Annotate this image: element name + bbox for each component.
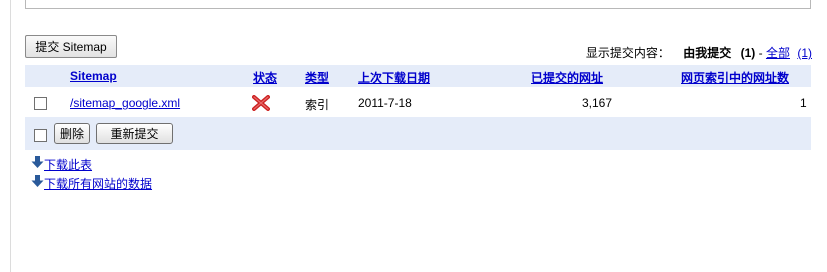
filter-mine-count: (1) [740, 46, 756, 60]
download-all-row: 下载所有网站的数据 [31, 175, 152, 192]
col-indexed-urls[interactable]: 网页索引中的网址数 [681, 69, 789, 86]
col-submitted-urls[interactable]: 已提交的网址 [531, 69, 603, 86]
download-table-link[interactable]: 下载此表 [44, 158, 92, 172]
filter-all-count-link[interactable]: (1) [797, 46, 812, 60]
filter-mine: 由我提交 [683, 46, 732, 60]
filter-label: 显示提交内容： [585, 46, 670, 60]
row-last-download: 2011-7-18 [358, 96, 412, 110]
download-arrow-icon [31, 175, 44, 191]
download-table-row: 下载此表 [31, 156, 92, 173]
row-indexed-urls: 1 [800, 96, 807, 110]
submission-filter: 显示提交内容： 由我提交 (1) - 全部 (1) [586, 44, 812, 61]
left-divider [10, 0, 11, 272]
col-status[interactable]: 状态 [253, 69, 277, 86]
submit-sitemap-button[interactable]: 提交 Sitemap [25, 35, 117, 58]
delete-button[interactable]: 删除 [54, 123, 90, 144]
col-last-download[interactable]: 上次下载日期 [358, 69, 430, 86]
filter-separator: - [758, 46, 763, 60]
resubmit-button[interactable]: 重新提交 [96, 123, 173, 144]
top-panel-input[interactable] [25, 0, 811, 9]
sitemap-link[interactable]: /sitemap_google.xml [70, 96, 180, 110]
download-arrow-icon [31, 156, 44, 172]
col-type[interactable]: 类型 [305, 69, 329, 86]
col-sitemap[interactable]: Sitemap [70, 69, 117, 83]
error-x-icon [252, 95, 270, 114]
select-all-checkbox[interactable] [34, 129, 47, 142]
row-checkbox[interactable] [34, 97, 47, 110]
download-all-link[interactable]: 下载所有网站的数据 [44, 177, 152, 191]
row-type: 索引 [305, 98, 330, 112]
filter-all-link[interactable]: 全部 [766, 46, 790, 60]
row-submitted-urls: 3,167 [582, 96, 613, 110]
